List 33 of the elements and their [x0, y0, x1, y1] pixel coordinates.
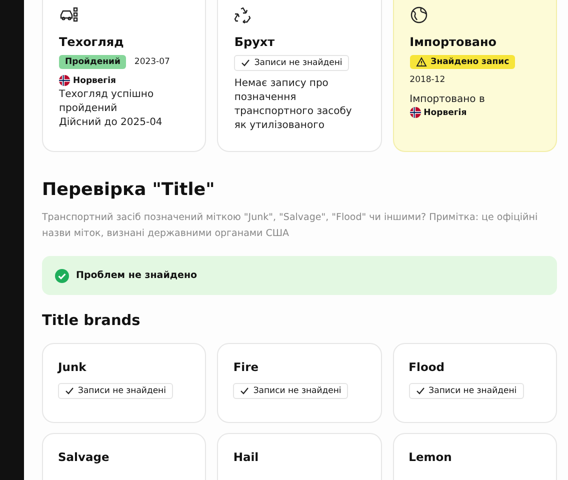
car-checklist-icon: [59, 6, 79, 24]
status-badge: Записи не знайдені: [408, 383, 524, 399]
country-name: Норвегія: [73, 76, 116, 86]
check-circle-icon: [55, 268, 69, 282]
flag-icon: [59, 75, 70, 86]
date-text: 2023-07: [134, 57, 170, 67]
recycle-icon: [234, 6, 252, 24]
card-title: Lemon: [408, 450, 453, 464]
card-title: Імпортовано: [410, 35, 498, 49]
description-text: Імпортовано в: [410, 93, 486, 107]
globe-icon: [410, 6, 428, 24]
status-badge: Записи не знайдені: [58, 383, 173, 399]
section-description: Транспортний засіб позначений міткою "Junk", "Salvage", "Flood" чи іншими? Примітка: це офіційні назви міток, визнані державними органами США: [42, 211, 539, 241]
status-badge: Пройдений: [59, 55, 126, 69]
status-badge: Знайдено запис: [410, 55, 516, 69]
status-badge: Записи не знайдені: [234, 55, 350, 71]
card-title: Junk: [58, 360, 88, 374]
section-heading: Перевірка "Title": [42, 180, 216, 200]
status-badge: Записи не знайдені: [233, 383, 348, 399]
description-text: Техогляд успішно пройдений: [59, 88, 155, 116]
card-title: Брухт: [234, 35, 276, 49]
card-title: Flood: [408, 360, 446, 374]
card-title: Fire: [233, 360, 260, 374]
card-title: Salvage: [58, 450, 110, 464]
description-text: Дійсний до 2025-04: [59, 116, 164, 130]
date-text: 2018-12: [410, 75, 446, 85]
card-title: Техогляд: [59, 35, 125, 49]
flag-icon: [410, 107, 421, 118]
alert-text: Проблем не знайдено: [76, 270, 198, 281]
card-title: Hail: [233, 450, 260, 464]
section-heading: Title brands: [42, 313, 142, 329]
country-name: Норвегія: [424, 108, 467, 118]
description-text: Немає запису про позначення транспортного засобу як утилізованого: [234, 77, 353, 133]
